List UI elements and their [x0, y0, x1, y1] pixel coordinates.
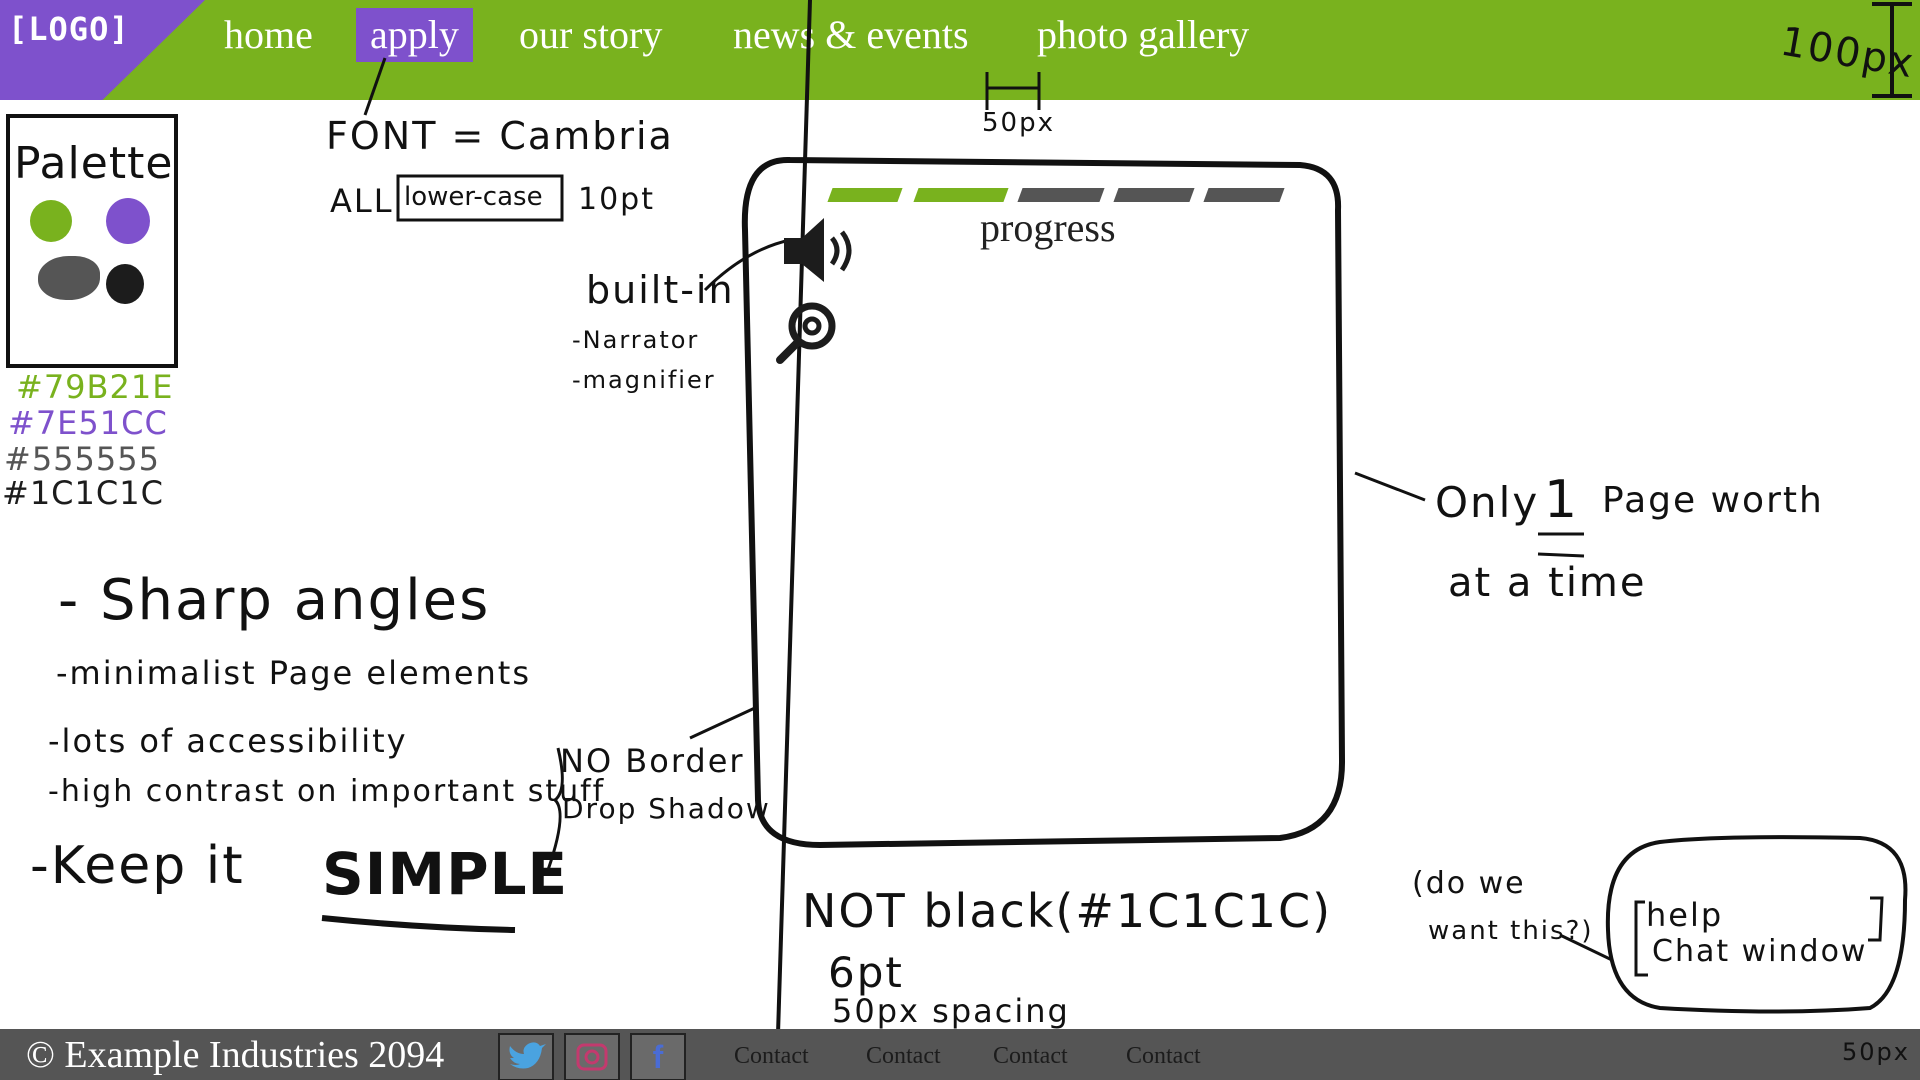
- one-page-line2: at a time: [1448, 560, 1647, 606]
- chat-question-line1: (do we: [1412, 866, 1526, 901]
- keep-it-prefix: -Keep it: [30, 836, 245, 896]
- footer-contact-4[interactable]: Contact: [1126, 1043, 1201, 1070]
- hex-gray: #555555: [4, 440, 160, 478]
- drop-shadow-note: Drop Shadow: [562, 792, 771, 825]
- chat-question-line2: want this?): [1428, 916, 1594, 946]
- palette-title: Palette: [14, 138, 174, 189]
- footer-contact-2[interactable]: Contact: [866, 1043, 941, 1070]
- progress-segment-5: [1203, 188, 1285, 202]
- not-black-note: NOT black(#1C1C1C): [802, 884, 1333, 938]
- twitter-icon[interactable]: [498, 1033, 554, 1080]
- font-note-all: ALL: [330, 182, 394, 220]
- no-border-pointer: [689, 705, 758, 740]
- swatch-purple: [106, 198, 150, 244]
- font-note-size: 10pt: [578, 182, 655, 217]
- progress-segment-3: [1017, 188, 1105, 202]
- principle-high-contrast: -high contrast on important stuff: [48, 774, 606, 809]
- chat-window-line1[interactable]: help: [1646, 896, 1723, 934]
- font-note-lowercase: lower-case: [404, 182, 543, 212]
- builtin-magnifier: -magnifier: [572, 366, 716, 394]
- font-spacing-note-line2: 50px spacing: [832, 992, 1070, 1030]
- hex-green: #79B21E: [16, 368, 174, 406]
- footer-height-note: 50px: [1842, 1038, 1910, 1066]
- progress-segment-1: [827, 188, 903, 202]
- speaker-icon[interactable]: [776, 208, 866, 298]
- principle-accessibility: -lots of accessibility: [48, 722, 408, 760]
- progress-segment-4: [1113, 188, 1195, 202]
- progress-segment-2: [913, 188, 1009, 202]
- font-note-line1: FONT = Cambria: [326, 114, 674, 158]
- wireframe-canvas: [LOGO] home apply our story news & event…: [0, 0, 1920, 1080]
- principle-sharp-angles: - Sharp angles: [58, 568, 491, 633]
- hex-black: #1C1C1C: [2, 474, 164, 512]
- magnifier-icon[interactable]: [772, 296, 842, 366]
- principle-minimalist: -minimalist Page elements: [56, 654, 531, 692]
- builtin-narrator: -Narrator: [572, 326, 700, 354]
- progress-label: progress: [980, 205, 1116, 250]
- one-page-prefix: Only: [1435, 478, 1540, 527]
- one-page-number: 1: [1544, 470, 1580, 530]
- no-border-note: NO Border: [560, 742, 745, 780]
- copyright-text: © Example Industries 2094: [26, 1034, 445, 1076]
- one-page-suffix: Page worth: [1602, 480, 1824, 521]
- simple-underline: [321, 915, 516, 933]
- footer-contact-1[interactable]: Contact: [734, 1043, 809, 1070]
- one-page-pointer: [1354, 471, 1426, 502]
- keep-it-simple: SIMPLE: [322, 840, 569, 908]
- hex-purple: #7E51CC: [8, 404, 168, 442]
- swatch-green: [30, 200, 72, 242]
- facebook-icon[interactable]: f: [630, 1033, 686, 1080]
- builtin-title: built-in: [586, 268, 735, 312]
- swatch-black: [106, 264, 144, 304]
- footer-contact-3[interactable]: Contact: [993, 1043, 1068, 1070]
- font-spacing-note-line1: 6pt: [828, 948, 904, 997]
- apply-pointer-line: [363, 57, 387, 116]
- instagram-icon[interactable]: [564, 1033, 620, 1080]
- chat-window-line2[interactable]: Chat window: [1652, 934, 1867, 969]
- site-footer: © Example Industries 2094 f Contact Cont…: [0, 1029, 1920, 1080]
- swatch-gray: [38, 256, 100, 300]
